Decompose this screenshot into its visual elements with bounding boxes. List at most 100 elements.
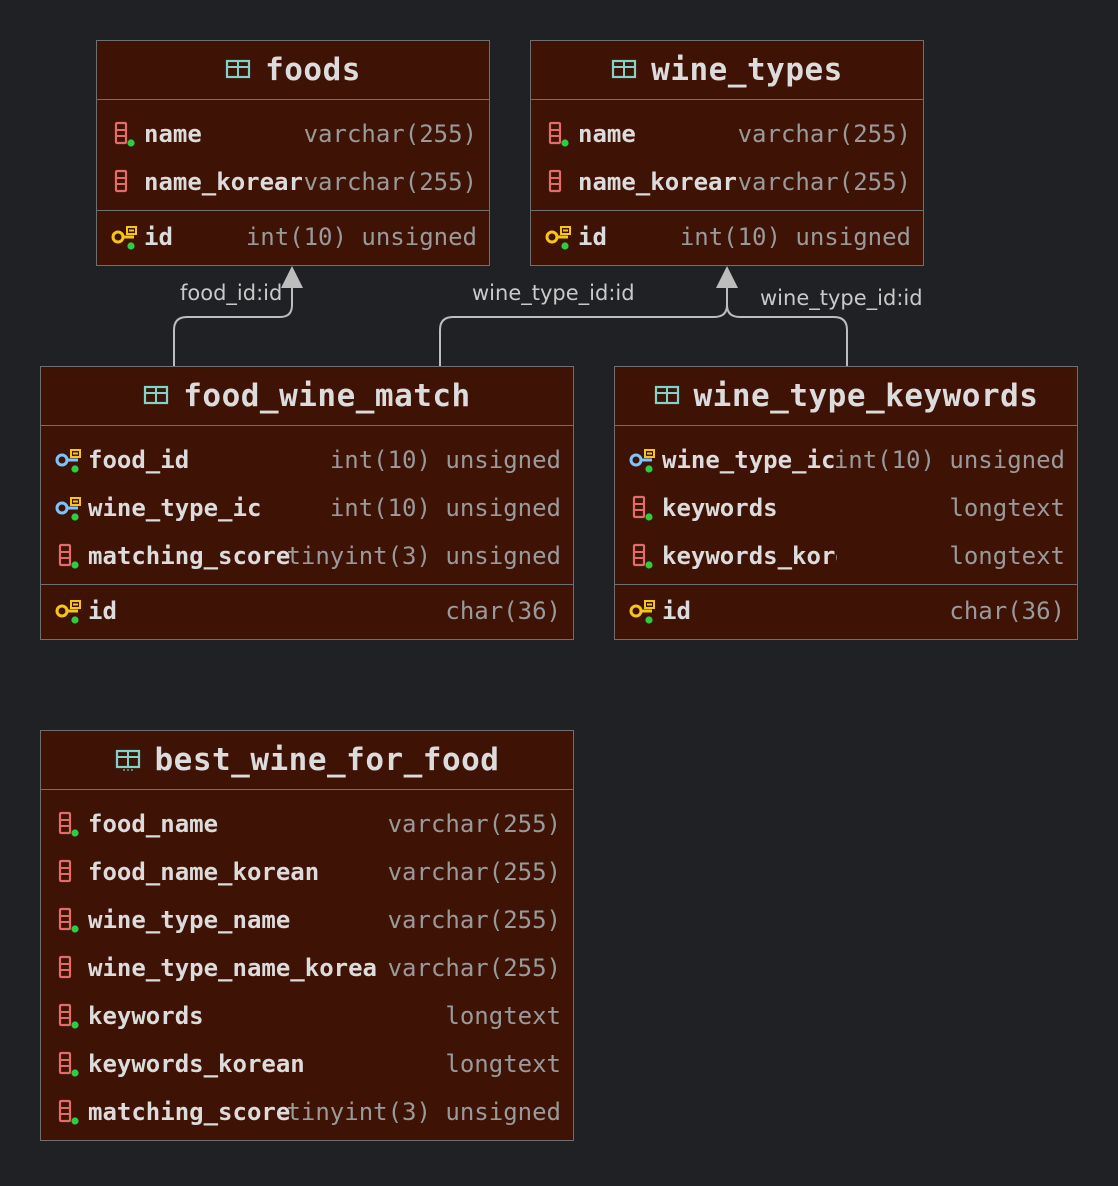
column-type: longtext bbox=[445, 1050, 561, 1078]
column-name: name bbox=[578, 120, 636, 148]
column-type: varchar(255) bbox=[387, 810, 561, 838]
primary-key-list: id int(10) unsigned bbox=[531, 210, 923, 265]
entity-wine-types[interactable]: wine_types name varchar(255) name_korear var… bbox=[530, 40, 924, 266]
column-name: food_name bbox=[88, 810, 219, 838]
relation-arrowhead-foods bbox=[281, 266, 303, 288]
column-row-wine-type-ic[interactable]: wine_type_ic int(10) unsigned bbox=[41, 484, 573, 532]
column-row-wine-type-name-korea[interactable]: wine_type_name_korea varchar(255) bbox=[41, 944, 573, 992]
column-name: food_id bbox=[88, 446, 190, 474]
column-row-wine-type-name[interactable]: wine_type_name varchar(255) bbox=[41, 896, 573, 944]
relation-line-wine-type-id-match bbox=[439, 288, 728, 366]
column-name: wine_type_name bbox=[88, 906, 291, 934]
entity-food-wine-match[interactable]: food_wine_match food_id int(10) unsigned wi… bbox=[40, 366, 574, 640]
column-type: int(10) unsigned bbox=[679, 223, 911, 251]
entity-wine-type-keywords[interactable]: wine_type_keywords wine_type_ic int(10) un… bbox=[614, 366, 1078, 640]
column-name: wine_type_name_korea bbox=[88, 954, 377, 982]
column-name: id bbox=[662, 597, 691, 625]
entity-title: wine_types bbox=[651, 52, 843, 88]
column-row-keywords-korean[interactable]: keywords_korean longtext bbox=[41, 1040, 573, 1088]
table-icon bbox=[225, 59, 251, 79]
primary-key-list: id char(36) bbox=[615, 584, 1077, 639]
column-type: char(36) bbox=[949, 597, 1065, 625]
relation-label-wine-type-id-keywords: wine_type_id:id bbox=[760, 286, 923, 311]
column-name: keywords_korean bbox=[88, 1050, 305, 1078]
column-type: varchar(255) bbox=[737, 120, 911, 148]
column-list: wine_type_ic int(10) unsigned keywords long… bbox=[615, 426, 1077, 584]
column-type: int(10) unsigned bbox=[329, 494, 561, 522]
primary-key-list: id char(36) bbox=[41, 584, 573, 639]
column-row-food-name-korean[interactable]: food_name_korean varchar(255) bbox=[41, 848, 573, 896]
column-name: id bbox=[88, 597, 117, 625]
relation-line-food-id bbox=[173, 288, 293, 366]
column-row-name-korear[interactable]: name_korear varchar(255) bbox=[97, 158, 489, 206]
entity-header: food_wine_match bbox=[41, 367, 573, 426]
relation-line-wine-type-id-keywords bbox=[726, 288, 848, 366]
entity-title: wine_type_keywords bbox=[693, 378, 1039, 414]
entity-header: wine_types bbox=[531, 41, 923, 100]
column-type: varchar(255) bbox=[303, 168, 477, 196]
column-list: name varchar(255) name_korear varchar(255) bbox=[531, 100, 923, 210]
relation-label-wine-type-id-match: wine_type_id:id bbox=[472, 281, 635, 306]
column-type: varchar(255) bbox=[737, 168, 911, 196]
er-diagram-canvas: food_id:id wine_type_id:id wine_type_id:… bbox=[0, 0, 1118, 1186]
column-type: varchar(255) bbox=[303, 120, 477, 148]
column-row-id[interactable]: id char(36) bbox=[41, 587, 573, 635]
column-type: varchar(255) bbox=[387, 954, 561, 982]
column-type: varchar(255) bbox=[387, 858, 561, 886]
column-row-matching-score[interactable]: matching_score tinyint(3) unsigned bbox=[41, 532, 573, 580]
column-name: name bbox=[144, 120, 202, 148]
entity-header: wine_type_keywords bbox=[615, 367, 1077, 426]
column-row-matching-score[interactable]: matching_score tinyint(3) unsigned bbox=[41, 1088, 573, 1136]
column-list: food_name varchar(255) food_name_korean var… bbox=[41, 790, 573, 1140]
column-name: keywords_korear bbox=[662, 542, 837, 570]
column-row-keywords[interactable]: keywords longtext bbox=[41, 992, 573, 1040]
entity-best-wine-for-food[interactable]: best_wine_for_food food_name varchar(255) f… bbox=[40, 730, 574, 1141]
column-row-id[interactable]: id int(10) unsigned bbox=[97, 213, 489, 261]
column-row-name[interactable]: name varchar(255) bbox=[531, 110, 923, 158]
table-icon bbox=[654, 385, 679, 405]
relation-arrowhead-wine-types bbox=[716, 266, 738, 288]
primary-key-list: id int(10) unsigned bbox=[97, 210, 489, 265]
column-name: matching_score bbox=[88, 1098, 291, 1126]
column-name: food_name_korean bbox=[88, 858, 320, 886]
column-name: name_korear bbox=[578, 168, 737, 196]
column-type: longtext bbox=[949, 494, 1065, 522]
column-row-name[interactable]: name varchar(255) bbox=[97, 110, 489, 158]
view-icon bbox=[115, 749, 140, 771]
column-name: wine_type_ic bbox=[662, 446, 836, 474]
column-list: food_id int(10) unsigned wine_type_ic int(1… bbox=[41, 426, 573, 584]
column-row-keywords-korear[interactable]: keywords_korear longtext bbox=[615, 532, 1077, 580]
column-name: id bbox=[578, 223, 607, 251]
column-type: char(36) bbox=[445, 597, 561, 625]
column-row-id[interactable]: id int(10) unsigned bbox=[531, 213, 923, 261]
column-row-keywords[interactable]: keywords longtext bbox=[615, 484, 1077, 532]
entity-header: foods bbox=[97, 41, 489, 100]
entity-foods[interactable]: foods name varchar(255) name_korear varchar(… bbox=[96, 40, 490, 266]
column-row-id[interactable]: id char(36) bbox=[615, 587, 1077, 635]
column-type: tinyint(3) unsigned bbox=[286, 542, 561, 570]
column-name: name_korear bbox=[144, 168, 303, 196]
relation-label-food-id: food_id:id bbox=[180, 281, 282, 306]
column-name: matching_score bbox=[88, 542, 291, 570]
column-type: int(10) unsigned bbox=[329, 446, 561, 474]
column-row-wine-type-ic[interactable]: wine_type_ic int(10) unsigned bbox=[615, 436, 1077, 484]
column-row-food-id[interactable]: food_id int(10) unsigned bbox=[41, 436, 573, 484]
column-type: longtext bbox=[445, 1002, 561, 1030]
entity-title: food_wine_match bbox=[183, 378, 471, 414]
column-type: int(10) unsigned bbox=[833, 446, 1065, 474]
column-row-food-name[interactable]: food_name varchar(255) bbox=[41, 800, 573, 848]
column-name: keywords bbox=[662, 494, 778, 522]
column-row-name-korear[interactable]: name_korear varchar(255) bbox=[531, 158, 923, 206]
column-list: name varchar(255) name_korear varchar(255) bbox=[97, 100, 489, 210]
column-type: longtext bbox=[949, 542, 1065, 570]
table-icon bbox=[612, 59, 637, 79]
entity-title: foods bbox=[265, 52, 361, 88]
column-type: tinyint(3) unsigned bbox=[286, 1098, 561, 1126]
entity-title: best_wine_for_food bbox=[154, 742, 500, 778]
column-name: id bbox=[144, 223, 173, 251]
column-name: wine_type_ic bbox=[88, 494, 262, 522]
table-icon bbox=[144, 385, 169, 405]
column-type: varchar(255) bbox=[387, 906, 561, 934]
column-name: keywords bbox=[88, 1002, 204, 1030]
column-type: int(10) unsigned bbox=[245, 223, 477, 251]
